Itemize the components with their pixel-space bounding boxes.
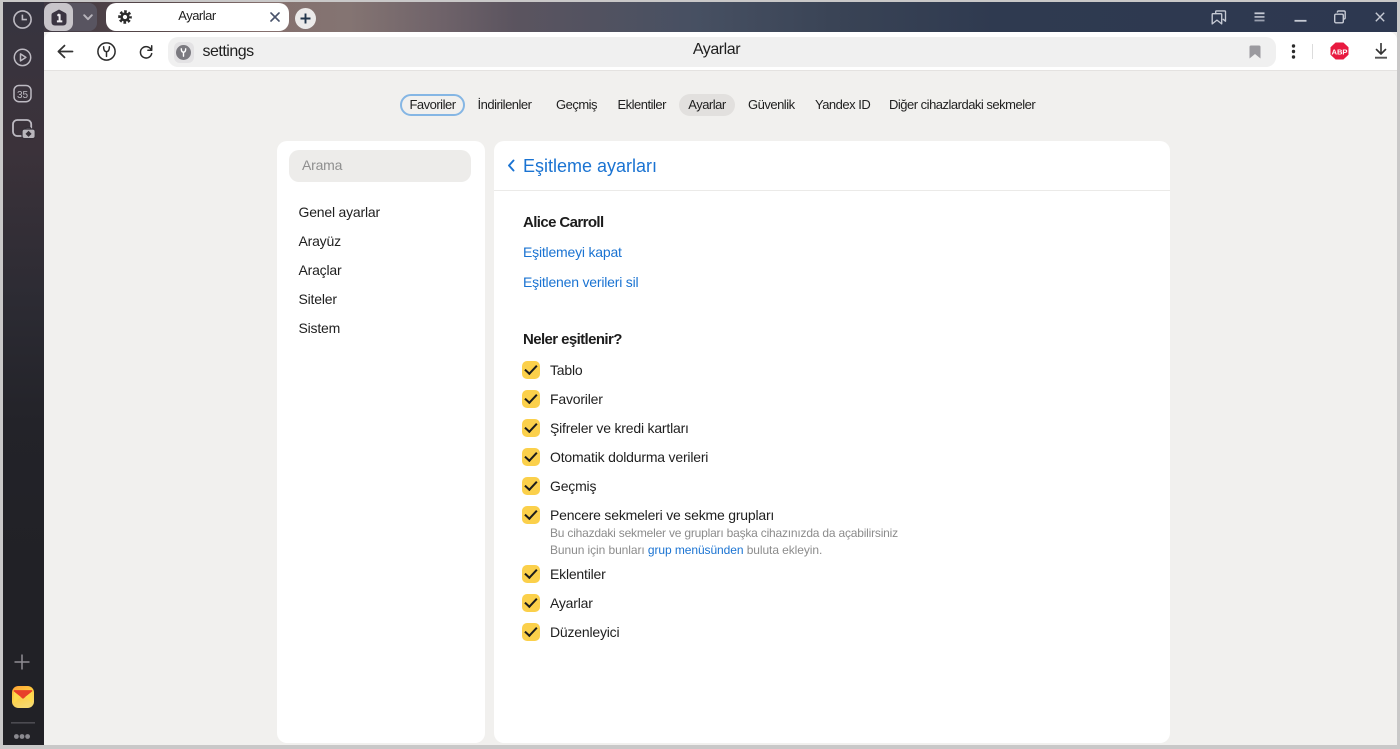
svg-text:35: 35 (16, 90, 28, 101)
svg-text:ABP: ABP (1331, 47, 1347, 56)
